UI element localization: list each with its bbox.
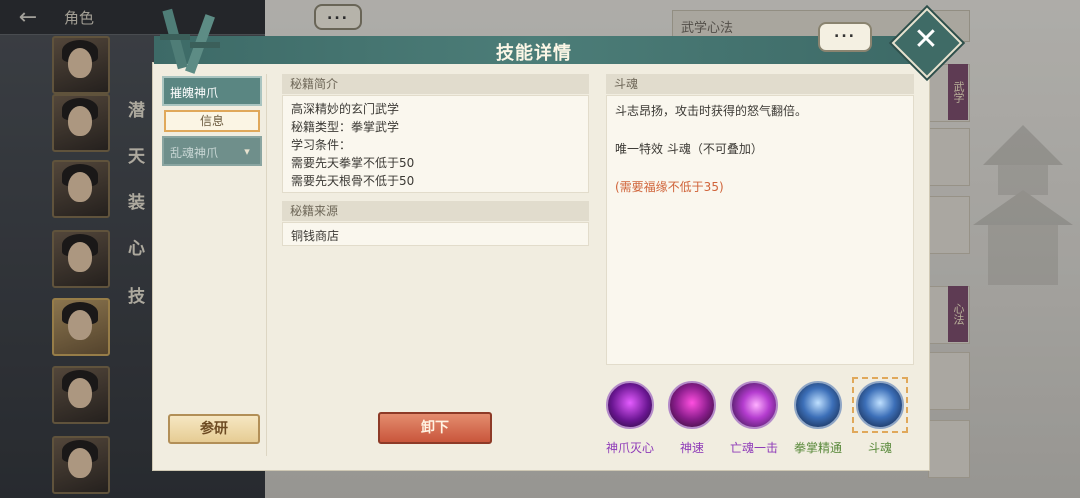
effect-description: 斗志昂扬，攻击时获得的怒气翻倍。 [615,104,808,118]
chat-bubble[interactable]: ... [818,22,872,52]
close-icon[interactable]: ✕ [906,20,946,60]
spirit-strike-icon[interactable] [730,381,778,429]
claw-burst-icon[interactable] [606,381,654,429]
skill-label: 斗魂 [867,441,892,455]
unload-button[interactable]: 卸下 [378,412,492,444]
skill-label: 亡魂一击 [729,441,778,455]
skill-label: 拳掌精通 [793,441,842,455]
info-tab[interactable]: 信息 [164,110,260,132]
intro-body: 高深精妙的玄门武学 秘籍类型：拳掌武学 学习条件： 需要先天拳掌不低于50 需要… [282,95,589,193]
source-header: 秘籍来源 [282,201,589,221]
intro-line: 学习条件： [291,138,352,152]
intro-line: 需要先天拳掌不低于50 [291,156,415,170]
effect-condition: (需要福缘不低于35) [615,180,724,194]
fighting-spirit-icon[interactable] [856,381,904,429]
equipped-chevron-icon: ▾ [244,145,250,158]
modal-header: 技能详情 [154,36,914,64]
fist-mastery-icon[interactable] [794,381,842,429]
intro-line: 秘籍类型：拳掌武学 [291,120,400,134]
intro-line: 需要先天根骨不低于50 [291,174,415,188]
intro-header: 秘籍简介 [282,74,589,94]
modal-title: 技能详情 [496,43,572,64]
effect-header: 斗魂 [606,74,914,94]
research-button[interactable]: 参研 [168,414,260,444]
effect-body: 斗志昂扬，攻击时获得的怒气翻倍。 唯一特效 斗魂（不可叠加） (需要福缘不低于3… [606,95,914,365]
speed-dash-icon[interactable] [668,381,716,429]
skill-label: 神速 [679,441,704,455]
skill-tab-active[interactable]: 摧魄神爪 [162,76,262,106]
source-value: 铜钱商店 [282,222,589,246]
sword-decoration-icon [160,8,220,74]
effect-unique: 唯一特效 斗魂（不可叠加） [615,142,763,156]
skill-label: 神爪灭心 [605,441,654,455]
intro-line: 高深精妙的玄门武学 [291,102,400,116]
